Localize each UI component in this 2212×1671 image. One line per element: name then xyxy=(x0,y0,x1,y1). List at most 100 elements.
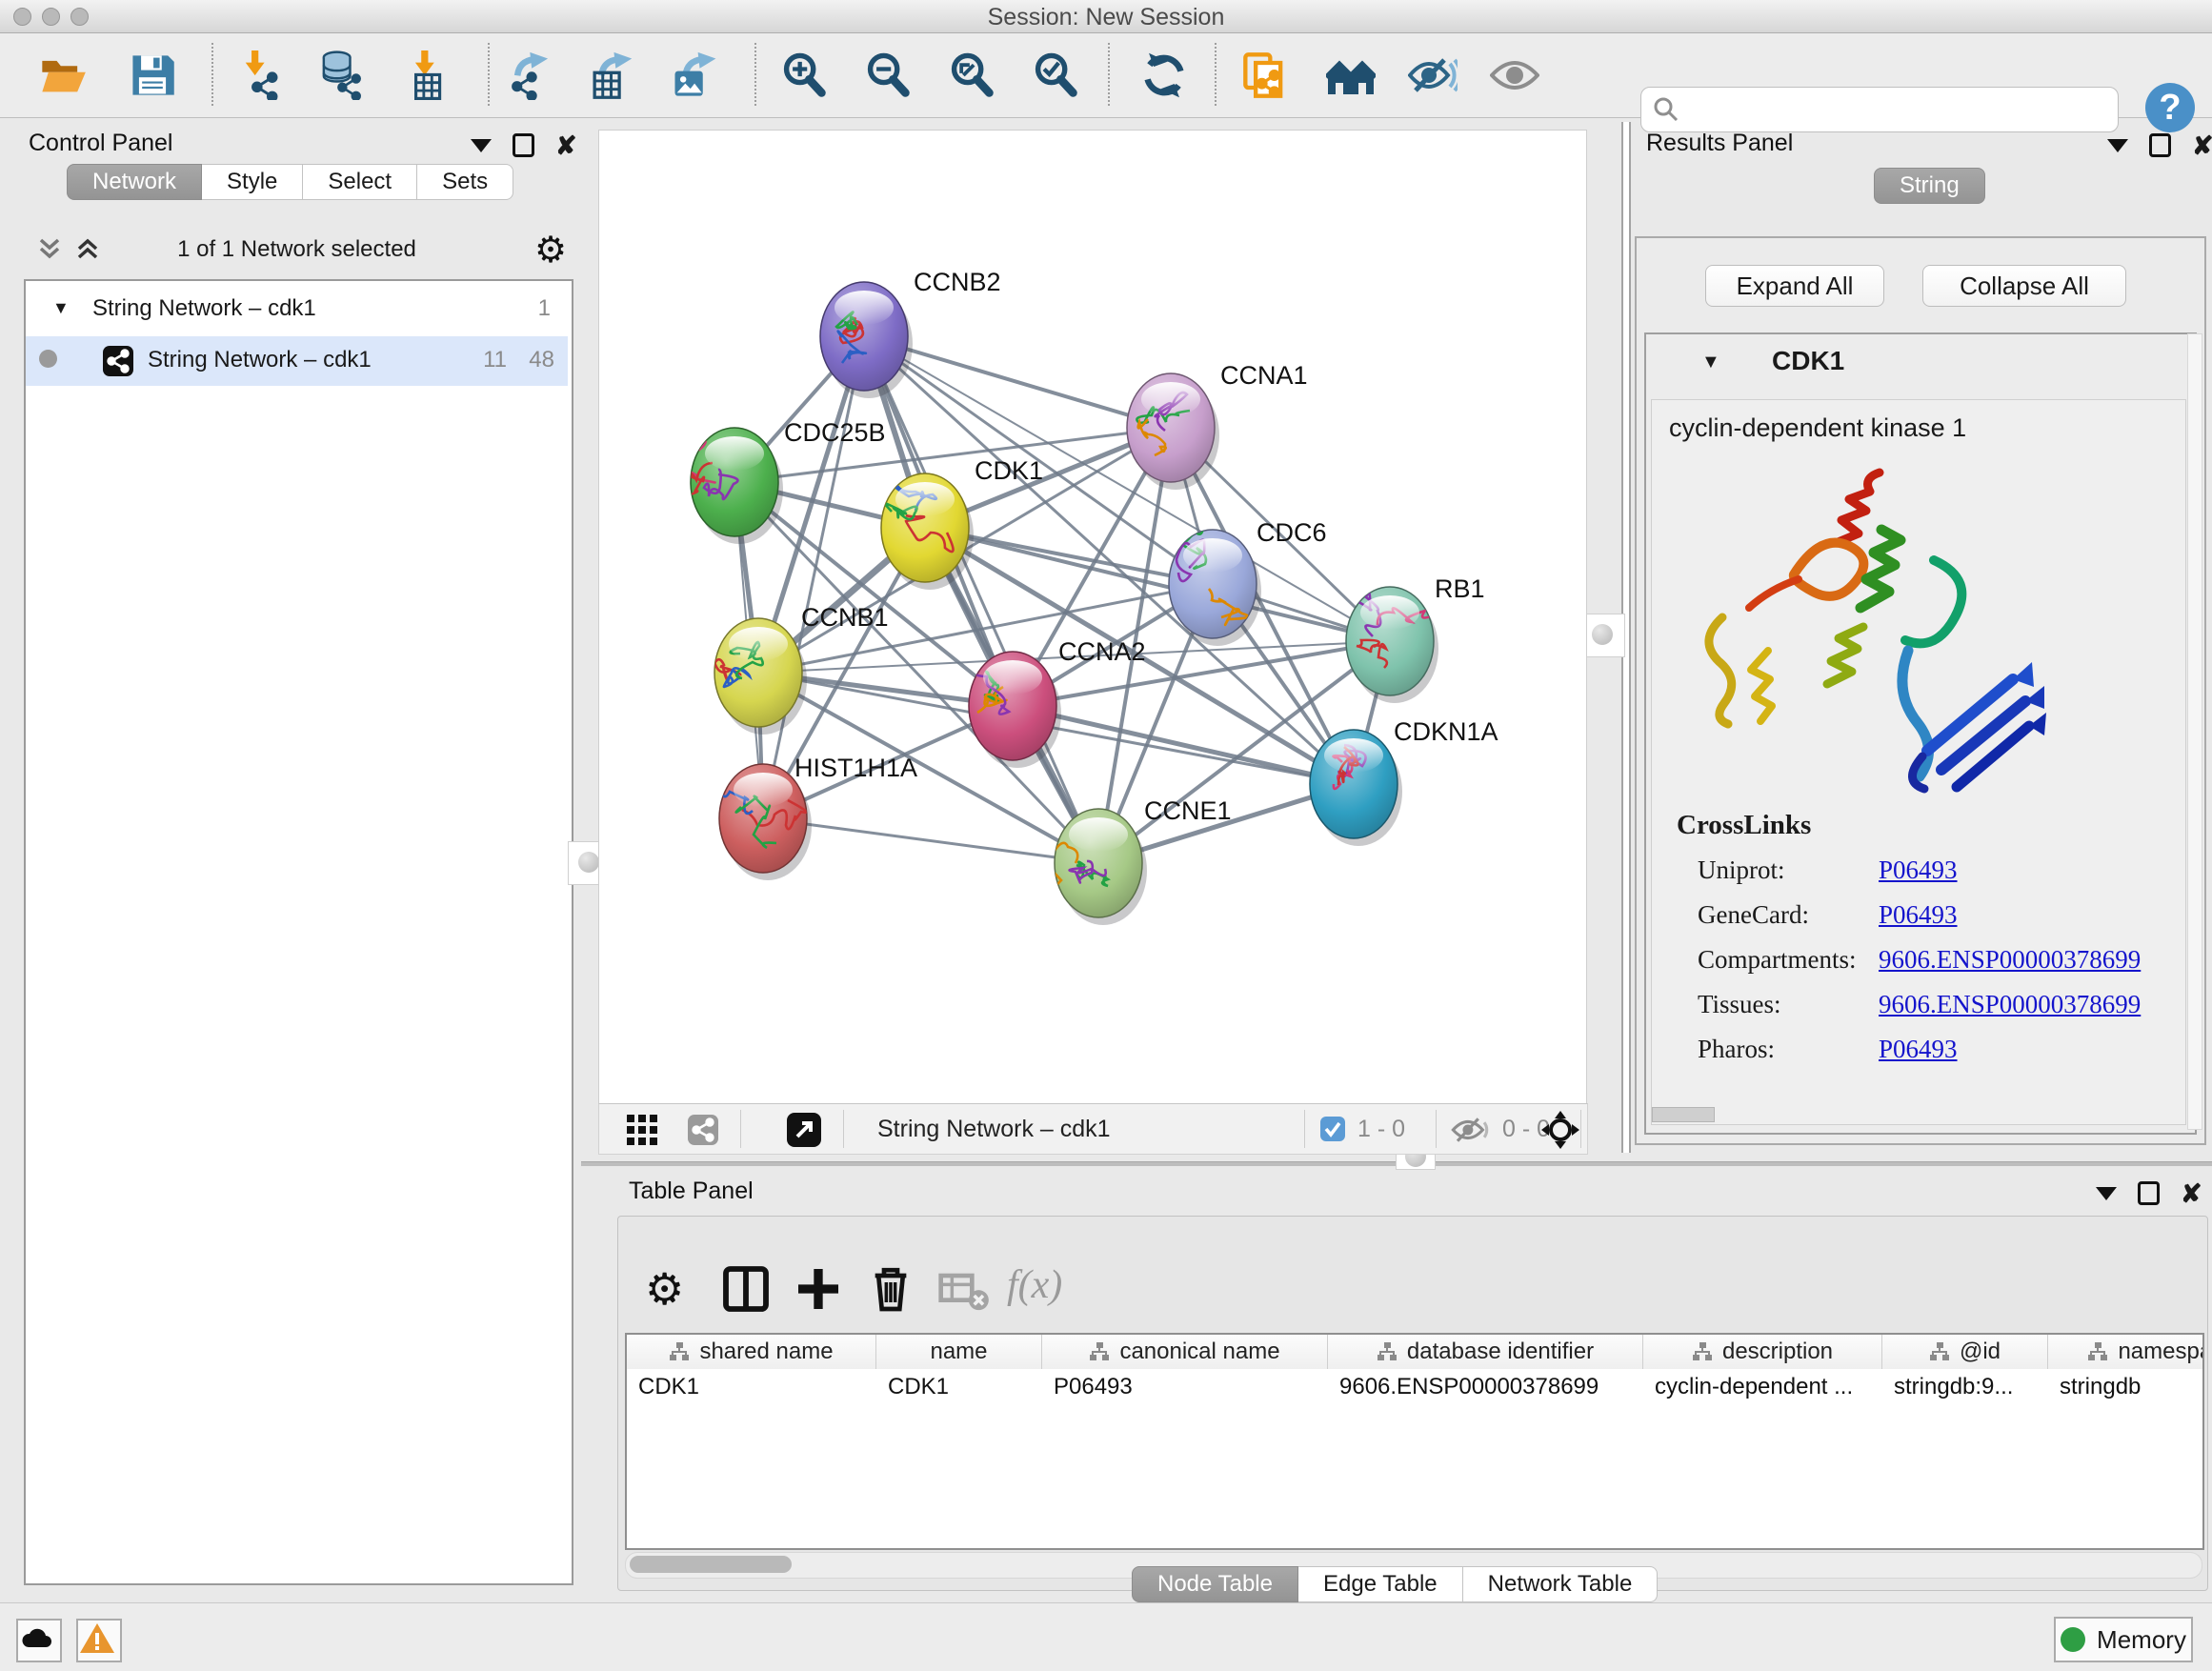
tab-style[interactable]: Style xyxy=(202,164,303,200)
tab-sets[interactable]: Sets xyxy=(417,164,513,200)
tab-select[interactable]: Select xyxy=(303,164,417,200)
edge-CCNA2-CDKN1A[interactable] xyxy=(1013,706,1354,784)
cell-databaseidentifier[interactable]: 9606.ENSP00000378699 xyxy=(1328,1371,1642,1403)
node-label-CDKN1A: CDKN1A xyxy=(1394,717,1498,746)
column-header-name[interactable]: name xyxy=(876,1335,1042,1369)
import-network-file-icon[interactable] xyxy=(234,50,284,100)
crosslink-genecard-link[interactable]: P06493 xyxy=(1879,900,1958,930)
tree-expander-icon[interactable]: ▼ xyxy=(52,298,70,318)
edge-CCNB2-CCNE1[interactable] xyxy=(864,336,1098,863)
collapse-panel-icon[interactable] xyxy=(2096,1187,2117,1200)
column-header-sharedname[interactable]: shared name xyxy=(627,1335,876,1369)
crosslink-uniprot-link[interactable]: P06493 xyxy=(1879,856,1958,885)
column-header-namespace[interactable]: namespace xyxy=(2048,1335,2204,1369)
tab-string[interactable]: String xyxy=(1874,168,1985,204)
hide-selected-icon[interactable] xyxy=(1408,50,1458,100)
column-header-id[interactable]: @id xyxy=(1882,1335,2048,1369)
expand-all-button[interactable]: Expand All xyxy=(1705,265,1884,307)
node-table[interactable]: shared namenamecanonical namedatabase id… xyxy=(625,1333,2204,1550)
zoom-in-icon[interactable] xyxy=(779,50,829,100)
section-expander-icon[interactable]: ▼ xyxy=(1701,352,1720,373)
import-network-database-icon[interactable] xyxy=(316,50,366,100)
hidden-eye-icon[interactable] xyxy=(1451,1117,1491,1143)
table-options-gear-icon[interactable]: ⚙ xyxy=(645,1262,698,1316)
open-in-window-icon[interactable] xyxy=(786,1112,822,1148)
float-panel-icon[interactable] xyxy=(2138,1181,2160,1205)
node-CCNE1[interactable]: CCNE1 xyxy=(1037,796,1232,925)
collapse-all-button[interactable]: Collapse All xyxy=(1922,265,2126,307)
save-session-icon[interactable] xyxy=(128,50,177,100)
zoom-out-icon[interactable] xyxy=(863,50,913,100)
open-session-icon[interactable] xyxy=(38,50,88,100)
cell-description[interactable]: cyclin-dependent ... xyxy=(1643,1371,1881,1403)
network-row-selected[interactable]: String Network – cdk1 11 48 xyxy=(26,336,568,386)
column-type-icon xyxy=(1929,1341,1950,1362)
node-label-HIST1H1A: HIST1H1A xyxy=(794,754,917,782)
node-CDC6[interactable]: CDC6 xyxy=(1169,518,1327,646)
cell-id[interactable]: stringdb:9... xyxy=(1882,1371,2047,1403)
cell-canonicalname[interactable]: P06493 xyxy=(1042,1371,1327,1403)
column-type-icon xyxy=(2087,1341,2108,1362)
delete-column-icon[interactable] xyxy=(864,1262,917,1316)
tab-node-table[interactable]: Node Table xyxy=(1132,1566,1298,1602)
column-header-databaseidentifier[interactable]: database identifier xyxy=(1328,1335,1643,1369)
inner-hscrollbar-thumb[interactable] xyxy=(1652,1107,1715,1122)
first-neighbors-icon[interactable] xyxy=(1326,50,1376,100)
tab-edge-table[interactable]: Edge Table xyxy=(1298,1566,1463,1602)
export-table-icon[interactable] xyxy=(587,50,636,100)
close-panel-icon[interactable]: ✘ xyxy=(2181,1184,2202,1203)
collapse-panel-icon[interactable] xyxy=(471,139,492,152)
node-CDKN1A[interactable]: CDKN1A xyxy=(1310,717,1498,846)
node-CCNA1[interactable]: CCNA1 xyxy=(1127,361,1308,490)
tab-network-table[interactable]: Network Table xyxy=(1463,1566,1659,1602)
edge-HIST1H1A-CCNE1[interactable] xyxy=(763,818,1098,863)
zoom-fit-content-icon[interactable] xyxy=(947,50,996,100)
refresh-view-icon[interactable] xyxy=(1139,50,1189,100)
close-panel-icon[interactable]: ✘ xyxy=(2192,136,2212,155)
export-image-icon[interactable] xyxy=(669,50,718,100)
toolbar-separator xyxy=(1108,43,1110,106)
node-CCNB1[interactable]: CCNB1 xyxy=(706,603,889,735)
table-hscrollbar-thumb[interactable] xyxy=(630,1556,792,1573)
selected-checkbox-icon[interactable] xyxy=(1319,1116,1346,1142)
collapse-panel-icon[interactable] xyxy=(2107,139,2128,152)
float-panel-icon[interactable] xyxy=(513,133,534,157)
close-panel-icon[interactable]: ✘ xyxy=(555,136,577,155)
separator xyxy=(740,1110,741,1148)
fit-selection-target-icon[interactable] xyxy=(1540,1110,1580,1150)
separator xyxy=(843,1110,844,1148)
cell-name[interactable]: CDK1 xyxy=(876,1371,1041,1403)
cell-sharedname[interactable]: CDK1 xyxy=(627,1371,875,1403)
node-RB1[interactable]: RB1 xyxy=(1337,574,1485,703)
float-panel-icon[interactable] xyxy=(2149,133,2171,157)
network-overview-icon[interactable] xyxy=(687,1114,719,1146)
show-columns-icon[interactable] xyxy=(719,1262,773,1316)
birds-eye-view-icon[interactable] xyxy=(626,1114,658,1146)
network-view-canvas[interactable]: CCNB2CCNA1CDC25BCDK1CDC6RB1CCNB1CCNA2CDK… xyxy=(598,130,1587,1105)
network-graph[interactable]: CCNB2CCNA1CDC25BCDK1CDC6RB1CCNB1CCNA2CDK… xyxy=(599,131,1586,1104)
network-collection-row[interactable]: ▼ String Network – cdk1 1 xyxy=(26,287,568,336)
zoom-selected-icon[interactable] xyxy=(1031,50,1080,100)
cell-namespace[interactable]: stringdb xyxy=(2048,1371,2204,1403)
node-CDK1[interactable]: CDK1 xyxy=(881,456,1043,590)
column-header-canonicalname[interactable]: canonical name xyxy=(1042,1335,1328,1369)
tab-network[interactable]: Network xyxy=(67,164,202,200)
crosslink-pharos-link[interactable]: P06493 xyxy=(1879,1035,1958,1064)
network-from-selection-icon[interactable] xyxy=(1241,50,1291,100)
import-table-file-icon[interactable] xyxy=(402,50,452,100)
warning-status-button[interactable] xyxy=(76,1619,122,1662)
edge-CCNB2-HIST1H1A[interactable] xyxy=(763,336,864,818)
right-splitter-handle[interactable] xyxy=(1581,614,1625,657)
network-options-gear-icon[interactable]: ⚙ xyxy=(534,229,567,272)
export-network-icon[interactable] xyxy=(505,50,554,100)
main-toolbar: ? xyxy=(0,33,2212,118)
memory-button[interactable]: Memory xyxy=(2054,1617,2193,1662)
show-all-icon[interactable] xyxy=(1490,50,1539,100)
column-header-description[interactable]: description xyxy=(1643,1335,1882,1369)
results-vscrollbar[interactable] xyxy=(2187,333,2202,1130)
crosslink-compartments-link[interactable]: 9606.ENSP00000378699 xyxy=(1879,945,2141,975)
cloud-status-button[interactable] xyxy=(16,1619,62,1662)
crosslink-tissues-link[interactable]: 9606.ENSP00000378699 xyxy=(1879,990,2141,1019)
create-column-icon[interactable] xyxy=(792,1262,845,1316)
node-HIST1H1A[interactable]: HIST1H1A xyxy=(698,754,917,880)
